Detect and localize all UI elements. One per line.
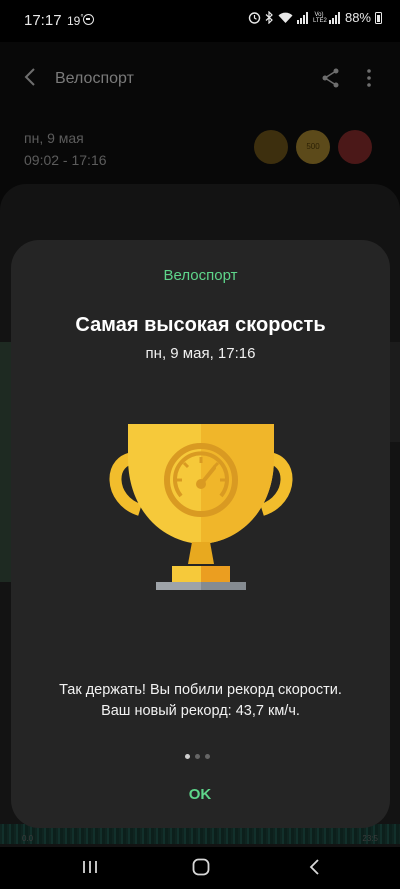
back-nav-icon[interactable] bbox=[305, 857, 325, 877]
back-icon[interactable] bbox=[20, 66, 42, 88]
wifi-icon bbox=[278, 12, 293, 23]
page-dot bbox=[205, 754, 210, 759]
500-badge-icon[interactable]: 500 bbox=[296, 130, 330, 164]
ok-button[interactable]: OK bbox=[160, 780, 240, 810]
signal-icon bbox=[296, 11, 308, 24]
dialog-title: Самая высокая скорость bbox=[75, 314, 326, 336]
message-line-1: Так держать! Вы побили рекорд скорости. bbox=[59, 682, 342, 698]
dialog-category: Велоспорт bbox=[163, 267, 238, 284]
temperature-value: 19 bbox=[67, 14, 81, 28]
page-indicator bbox=[185, 754, 210, 759]
session-date: пн, 9 мая bbox=[24, 130, 84, 146]
navigation-bar bbox=[0, 847, 400, 889]
message-line-2: Ваш новый рекорд: 43,7 км/ч. bbox=[101, 703, 300, 719]
status-bar: 17:17 19° Vo) LTE2 88% bbox=[0, 0, 400, 42]
chart-axis-right: 23:5 bbox=[362, 834, 378, 843]
bluetooth-icon bbox=[265, 11, 273, 24]
network-type-label: Vo) LTE2 bbox=[312, 11, 327, 24]
status-icons: Vo) LTE2 88% bbox=[248, 10, 382, 25]
chart-axis-left: 0.0 bbox=[22, 834, 34, 843]
achievement-dialog: Велоспорт Самая высокая скорость пн, 9 м… bbox=[11, 240, 390, 828]
home-icon[interactable] bbox=[191, 857, 211, 877]
status-time: 17:17 bbox=[24, 12, 62, 29]
dialog-date: пн, 9 мая, 17:16 bbox=[145, 345, 256, 362]
more-vert-icon[interactable] bbox=[360, 67, 378, 89]
do-not-disturb-icon bbox=[83, 14, 94, 25]
dialog-message: Так держать! Вы побили рекорд скорости. … bbox=[25, 680, 376, 722]
page-dot-active bbox=[185, 754, 190, 759]
alarm-icon bbox=[248, 12, 261, 24]
trophy-speedometer-icon bbox=[109, 424, 293, 590]
page-dot bbox=[195, 754, 200, 759]
status-temperature: 19° bbox=[67, 13, 84, 28]
app-header: Велоспорт bbox=[0, 58, 400, 100]
share-icon[interactable] bbox=[320, 67, 342, 89]
session-time-range: 09:02 - 17:16 bbox=[24, 152, 107, 168]
trophy-badge-icon[interactable] bbox=[254, 130, 288, 164]
flag-badge-icon[interactable] bbox=[338, 130, 372, 164]
recents-icon[interactable] bbox=[80, 857, 100, 877]
battery-percent: 88% bbox=[344, 10, 371, 25]
battery-icon bbox=[375, 11, 382, 24]
signal-icon-2 bbox=[328, 11, 340, 24]
app-title: Велоспорт bbox=[55, 70, 134, 87]
